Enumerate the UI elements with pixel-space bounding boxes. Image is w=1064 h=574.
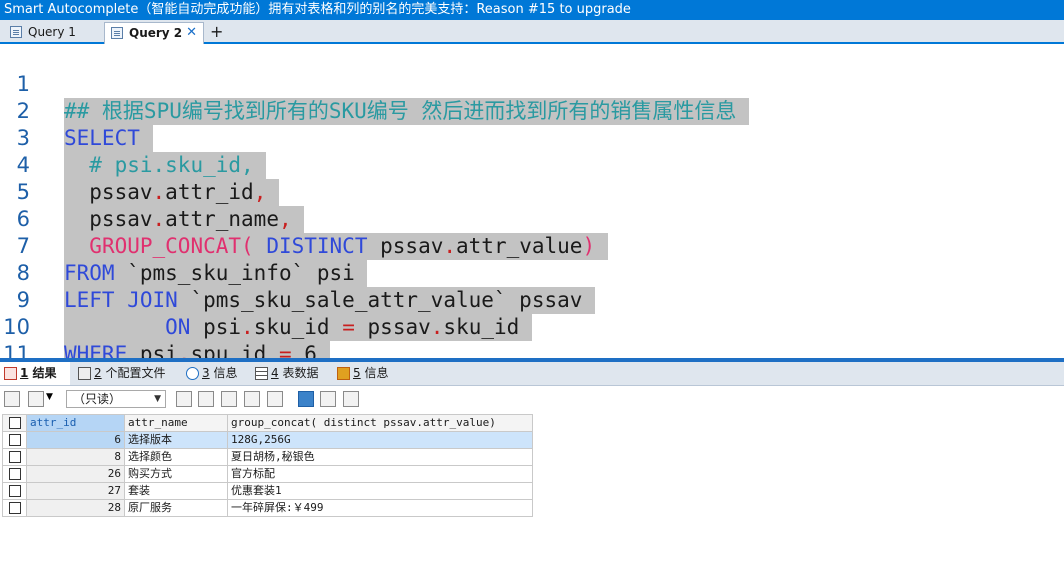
query-tab-icon [111,27,123,39]
message-icon [337,367,350,380]
table-icon [255,367,268,380]
save-icon[interactable] [221,391,237,407]
tab-query-2[interactable]: Query 2 ✕ [104,22,204,44]
row-checkbox[interactable] [2,448,27,466]
delete-icon[interactable] [244,391,260,407]
cell-attr-value[interactable]: 128G,256G [227,431,533,449]
tab-results[interactable]: 1 结果 [0,362,70,385]
column-header[interactable]: attr_name [124,414,228,432]
table-row[interactable]: 6 选择版本 128G,256G [2,431,533,449]
editor-line: 6 GROUP_CONCAT( DISTINCT pssav.attr_valu… [0,179,1064,260]
editor-line: 11 GROUP BY pssav.attr_id,pssav.attr_nam… [0,314,1064,358]
column-header[interactable]: attr_id [26,414,125,432]
chevron-down-icon: ▼ [154,394,161,404]
editor-line: 5 pssav.attr_name, [0,152,1064,233]
sql-editor[interactable]: 1 ## 根据SPU编号找到所有的SKU编号 然后进而找到所有的销售属性信息 2… [0,44,1064,358]
add-tab-icon[interactable]: + [210,21,223,43]
close-tab-icon[interactable]: ✕ [186,23,197,43]
query-tab-strip: Query 1 Query 2 ✕ + [0,20,1064,44]
cell-attr-id[interactable]: 26 [26,465,125,483]
table-row[interactable]: 8 选择颜色 夏日胡杨,秘银色 [2,448,533,466]
refresh-icon[interactable] [267,391,283,407]
tab-query-1[interactable]: Query 1 [4,22,100,42]
copy-icon[interactable] [198,391,214,407]
row-checkbox[interactable] [2,465,27,483]
table-row[interactable]: 26 购买方式 官方标配 [2,465,533,483]
tab-info[interactable]: 3 信息 [182,362,248,385]
editor-line: 9 ON psi.sku_id = pssav.sku_id [0,260,1064,341]
row-checkbox[interactable] [2,482,27,500]
table-row[interactable]: 27 套装 优惠套装1 [2,482,533,500]
cell-attr-id[interactable]: 6 [26,431,125,449]
table-header: attr_id attr_name group_concat( distinct… [2,414,533,432]
form-view-icon[interactable] [320,391,336,407]
editor-line: 3 # psi.sku_id, [0,98,1064,179]
export-icon[interactable] [28,391,44,407]
query-tab-icon [10,26,22,38]
tab-label: Query 2 [129,26,183,40]
editor-line: 8 LEFT JOIN `pms_sku_sale_attr_value` ps… [0,233,1064,314]
editor-line: 7 FROM `pms_sku_info` psi [0,206,1064,287]
cell-attr-id[interactable]: 8 [26,448,125,466]
cell-attr-value[interactable]: 一年碎屏保:￥499 [227,499,533,517]
cell-attr-name[interactable]: 选择版本 [124,431,228,449]
window-title: Smart Autocomplete（智能自动完成功能）拥有对表格和列的别名的完… [0,0,1064,20]
grid-icon [4,367,17,380]
text-view-icon[interactable] [343,391,359,407]
results-toolbar: ▼ （只读） ▼ [0,386,1064,412]
cell-attr-value[interactable]: 夏日胡杨,秘银色 [227,448,533,466]
tab-label: Query 1 [28,25,76,39]
info-icon [186,367,199,380]
tab-profiles[interactable]: 2 个配置文件 [74,362,176,385]
filter-icon[interactable] [176,391,192,407]
results-tab-strip: 1 结果 2 个配置文件 3 信息 4 表数据 5 信息 [0,362,1064,386]
row-checkbox[interactable] [2,499,27,517]
cell-attr-id[interactable]: 27 [26,482,125,500]
grid-view-icon[interactable] [298,391,314,407]
tab-table-data[interactable]: 4 表数据 [251,362,327,385]
add-row-icon[interactable] [4,391,20,407]
chevron-down-icon[interactable]: ▼ [46,392,53,402]
editor-line: 2 SELECT [0,71,1064,152]
code-line-10: WHERE psi.spu_id = 6 [64,341,330,358]
column-header[interactable]: group_concat( distinct pssav.attr_value) [227,414,533,432]
tab-messages[interactable]: 5 信息 [333,362,399,385]
cell-attr-id[interactable]: 28 [26,499,125,517]
cell-attr-name[interactable]: 选择颜色 [124,448,228,466]
readonly-select[interactable]: （只读） ▼ [66,390,166,408]
results-grid[interactable]: attr_id attr_name group_concat( distinct… [2,414,533,517]
editor-line: 10 WHERE psi.spu_id = 6 [0,287,1064,358]
row-checkbox[interactable] [2,431,27,449]
editor-line: 1 ## 根据SPU编号找到所有的SKU编号 然后进而找到所有的销售属性信息 [0,44,1064,125]
profile-icon [78,367,91,380]
cell-attr-value[interactable]: 优惠套装1 [227,482,533,500]
select-all-checkbox[interactable] [2,414,27,432]
line-number: 11 [3,342,30,358]
cell-attr-name[interactable]: 购买方式 [124,465,228,483]
cell-attr-value[interactable]: 官方标配 [227,465,533,483]
table-row[interactable]: 28 原厂服务 一年碎屏保:￥499 [2,499,533,517]
cell-attr-name[interactable]: 套装 [124,482,228,500]
cell-attr-name[interactable]: 原厂服务 [124,499,228,517]
editor-line: 4 pssav.attr_id, [0,125,1064,206]
